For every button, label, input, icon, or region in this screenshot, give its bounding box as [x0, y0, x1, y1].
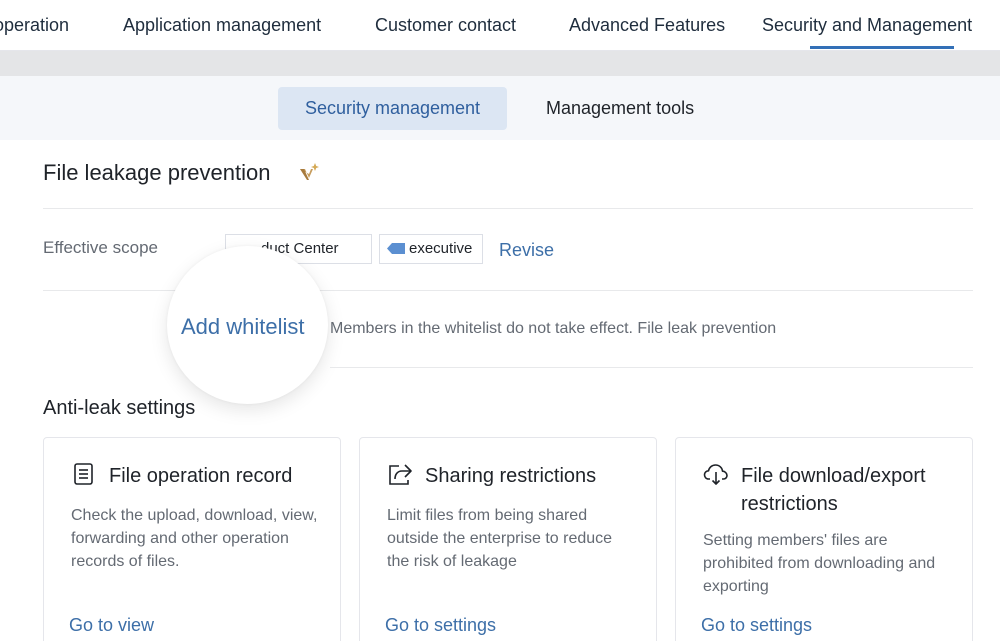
whitelist-note: Members in the whitelist do not take eff… [330, 320, 777, 337]
cloud-download-icon [703, 464, 728, 485]
nav-item-advanced-features[interactable]: Advanced Features [569, 15, 725, 36]
nav-item-operation[interactable]: operation [0, 15, 69, 36]
sub-tab-bar: Security management Management tools [0, 76, 1000, 140]
card-title: File operation record [109, 465, 293, 487]
revise-link[interactable]: Revise [499, 240, 554, 261]
tab-management-tools[interactable]: Management tools [523, 87, 717, 130]
tab-security-management[interactable]: Security management [278, 87, 507, 130]
card-description: Limit files from being shared outside th… [387, 507, 613, 570]
divider [43, 208, 973, 209]
card-sharing-restrictions: Sharing restrictions Limit files from be… [359, 437, 657, 641]
header-separator-band [0, 51, 1000, 76]
divider [330, 367, 973, 368]
card-file-operation-record: File operation record Check the upload, … [43, 437, 341, 641]
nav-item-security-and-management[interactable]: Security and Management [762, 15, 972, 36]
section-title-file-leakage: File leakage prevention [43, 160, 271, 185]
nav-item-customer-contact[interactable]: Customer contact [375, 15, 516, 36]
active-nav-indicator [810, 46, 954, 49]
card-description: Setting members' files are prohibited fr… [703, 532, 936, 595]
card-title: File download/export restrictions [741, 465, 926, 515]
scope-tag-executive: executive [379, 234, 483, 264]
top-navigation: operation Application management Custome… [0, 0, 1000, 51]
add-whitelist-link[interactable]: Add whitelist [181, 314, 305, 340]
go-to-settings-link[interactable]: Go to settings [701, 615, 812, 636]
label-tag-icon [387, 243, 405, 254]
go-to-view-link[interactable]: Go to view [69, 615, 154, 636]
card-title: Sharing restrictions [425, 465, 597, 487]
share-icon [389, 464, 412, 485]
section-title-anti-leak: Anti-leak settings [43, 397, 196, 419]
card-file-download-export-restrictions: File download/export restrictions Settin… [675, 437, 973, 641]
effective-scope-label: Effective scope [43, 238, 158, 257]
nav-item-application-management[interactable]: Application management [123, 15, 321, 36]
go-to-settings-link[interactable]: Go to settings [385, 615, 496, 636]
vip-crown-icon [300, 163, 319, 180]
scope-tag-label: executive [409, 240, 473, 257]
card-description: Check the upload, download, view, forwar… [71, 507, 318, 570]
document-list-icon [74, 463, 93, 485]
